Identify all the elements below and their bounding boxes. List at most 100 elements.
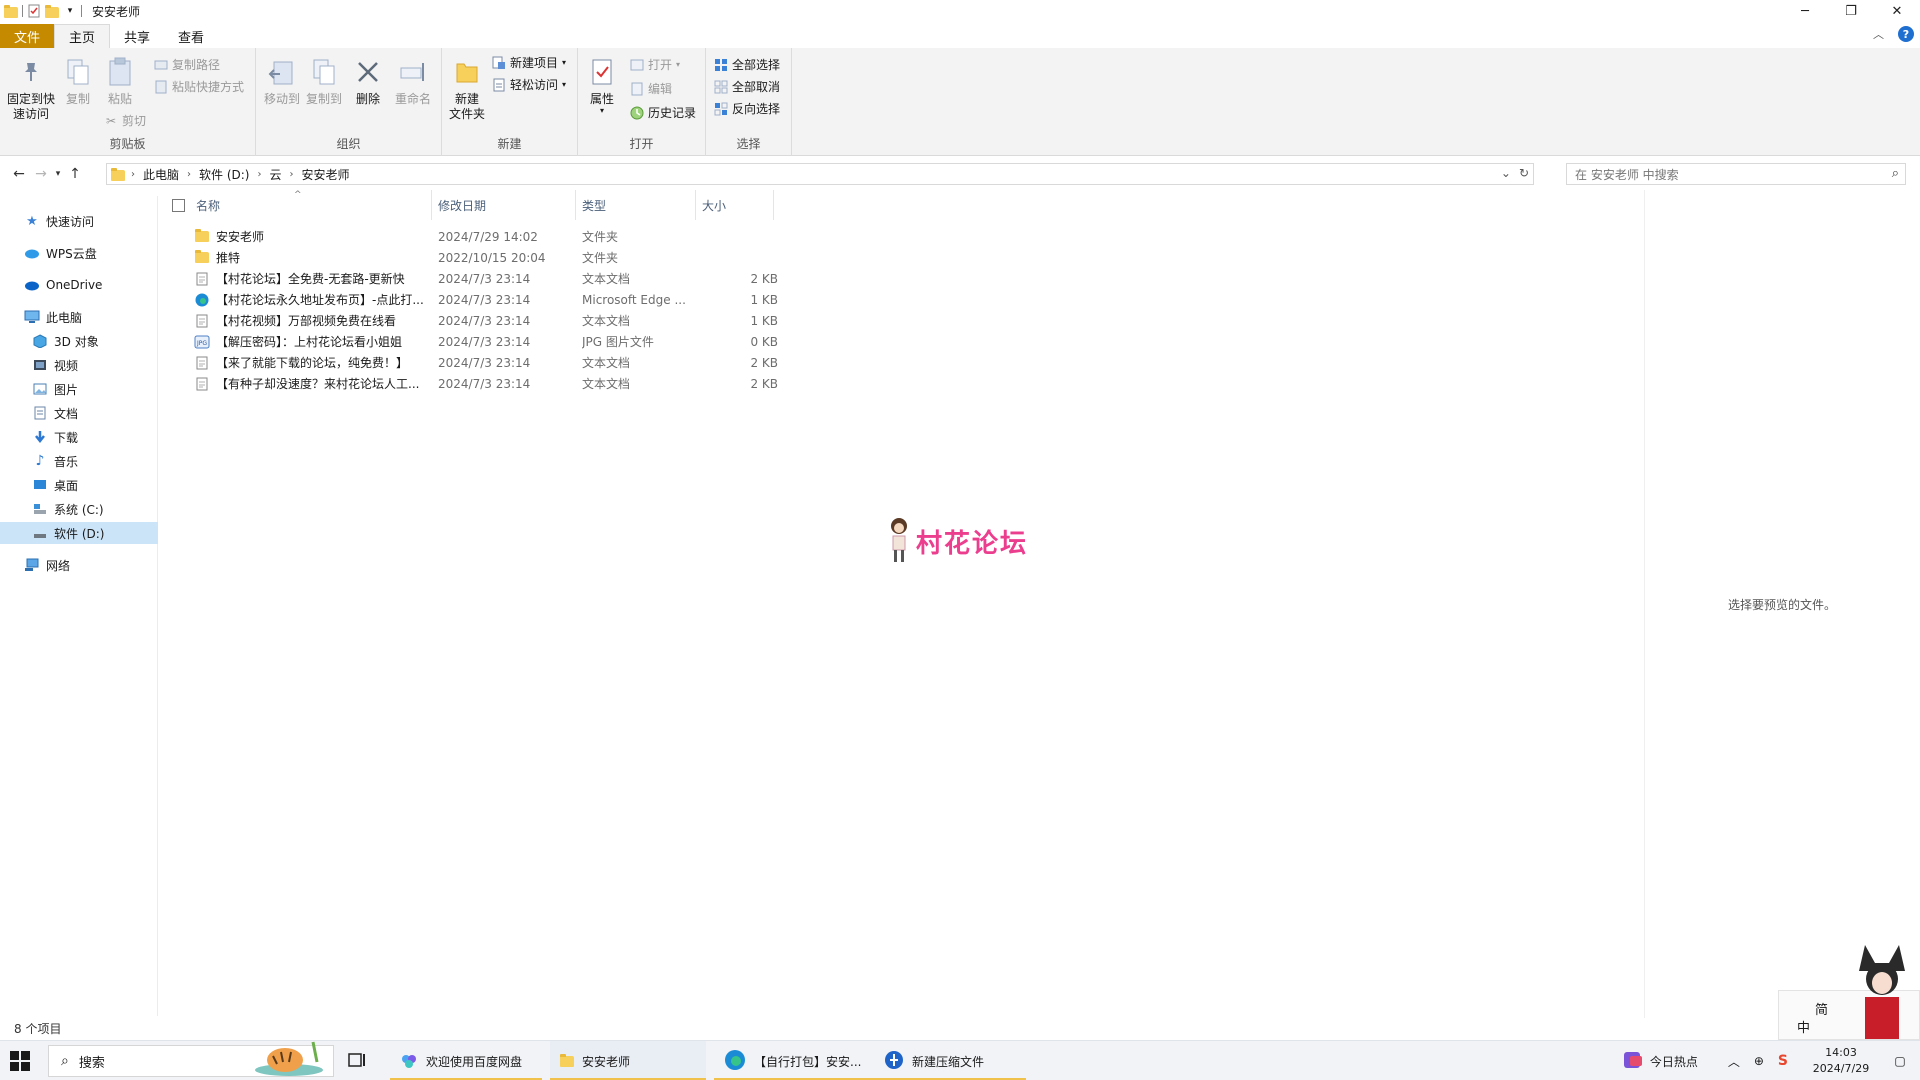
properties-icon[interactable]	[27, 4, 41, 18]
file-size: 2 KB	[750, 376, 778, 391]
select-none-button[interactable]: 全部取消	[714, 78, 780, 95]
column-header-type[interactable]: 类型	[576, 190, 696, 220]
file-row[interactable]: 【有种子却没速度？来村花论坛人工... 2024/7/3 23:14 文本文档 …	[190, 373, 940, 394]
tab-home[interactable]: 主页	[54, 24, 111, 48]
search-icon[interactable]: ⌕	[1892, 166, 1899, 181]
sidebar-item-drive-c[interactable]: 系统 (C:)	[0, 498, 158, 520]
file-row[interactable]: 【村花论坛】全免费-无套路-更新快 2024/7/3 23:14 文本文档 2 …	[190, 268, 940, 289]
picture-icon	[32, 381, 48, 397]
search-input[interactable]: 在 安安老师 中搜索 ⌕	[1566, 163, 1906, 185]
windows-start-icon[interactable]	[10, 1051, 30, 1071]
chevron-up-icon[interactable]: ︿	[1728, 1053, 1740, 1070]
address-bar[interactable]: › 此电脑 › 软件 (D:) › 云 › 安安老师 ⌄ ↻	[106, 163, 1534, 185]
file-row[interactable]: 推特 2022/10/15 20:04 文件夹	[190, 247, 940, 268]
breadcrumb-drive-d[interactable]: 软件 (D:)	[193, 166, 255, 183]
tab-view[interactable]: 查看	[164, 24, 218, 48]
cut-button[interactable]: ✂ 剪切	[104, 112, 146, 129]
history-button[interactable]: 历史记录	[630, 104, 696, 121]
invert-selection-button[interactable]: 反向选择	[714, 100, 780, 117]
file-row[interactable]: 【来了就能下载的论坛，纯免费！】 2024/7/3 23:14 文本文档 2 K…	[190, 352, 940, 373]
sidebar-item-drive-d[interactable]: 软件 (D:)	[0, 522, 158, 544]
sogou-ime-icon[interactable]: S	[1778, 1053, 1788, 1069]
maximize-button[interactable]: ❐	[1828, 0, 1874, 22]
sidebar-item-desktop[interactable]: 桌面	[0, 474, 158, 496]
open-button[interactable]: 打开 ▾	[630, 56, 680, 73]
minimize-button[interactable]: ─	[1782, 0, 1828, 22]
edit-button[interactable]: 编辑	[630, 80, 672, 97]
file-row[interactable]: 安安老师 2024/7/29 14:02 文件夹	[190, 226, 940, 247]
sidebar-item-documents[interactable]: 文档	[0, 402, 158, 424]
text-file-icon	[194, 355, 210, 371]
taskbar-app-archive[interactable]: 新建压缩文件	[874, 1041, 1026, 1080]
select-all-checkbox[interactable]	[172, 199, 185, 212]
network-status-icon[interactable]: ⊕	[1754, 1054, 1764, 1068]
select-all-button[interactable]: 全部选择	[714, 56, 780, 73]
file-row[interactable]: 【村花论坛永久地址发布页】-点此打... 2024/7/3 23:14 Micr…	[190, 289, 940, 310]
ime-simplified-label[interactable]: 简	[1815, 999, 1828, 1018]
column-header-size[interactable]: 大小	[696, 190, 774, 220]
task-view-icon[interactable]	[348, 1051, 366, 1072]
chevron-down-icon[interactable]: ⌄	[1501, 166, 1511, 180]
download-icon	[32, 429, 48, 445]
sidebar-item-videos[interactable]: 视频	[0, 354, 158, 376]
refresh-icon[interactable]: ↻	[1519, 166, 1529, 180]
tab-file[interactable]: 文件	[0, 24, 55, 48]
properties-button[interactable]: 属性 ▾	[586, 56, 618, 115]
copy-path-button[interactable]: 复制路径	[154, 56, 220, 73]
sidebar-item-music[interactable]: ♪ 音乐	[0, 450, 158, 472]
sidebar-item-wps-cloud[interactable]: WPS云盘	[0, 242, 158, 264]
ime-widget[interactable]: 简 中	[1778, 945, 1920, 1040]
taskbar-clock[interactable]: 14:03 2024/7/29	[1802, 1045, 1880, 1077]
open-group-label: 打开	[629, 137, 654, 151]
new-item-button[interactable]: 新建项目 ▾	[492, 54, 566, 71]
breadcrumb-this-pc[interactable]: 此电脑	[137, 166, 185, 183]
history-icon	[630, 106, 644, 120]
column-header-name[interactable]: 名称	[190, 190, 432, 220]
paste-shortcut-button[interactable]: 粘贴快捷方式	[154, 78, 244, 95]
new-folder-button[interactable]: 新建 文件夹	[446, 56, 488, 122]
copy-to-icon	[308, 56, 340, 88]
chevron-down-icon[interactable]: ▾	[63, 4, 77, 18]
notification-icon[interactable]: ▢	[1880, 1054, 1920, 1068]
new-item-icon	[492, 56, 506, 70]
sidebar-item-network[interactable]: 网络	[0, 554, 158, 576]
sidebar-item-downloads[interactable]: 下载	[0, 426, 158, 448]
copy-button[interactable]: 复制	[62, 56, 94, 107]
move-to-button[interactable]: 移动到	[262, 56, 302, 107]
forward-button[interactable]: →	[30, 163, 52, 185]
rename-label: 重命名	[394, 92, 431, 106]
hot-news-label[interactable]: 今日热点	[1650, 1053, 1698, 1070]
back-button[interactable]: ←	[8, 163, 30, 185]
copy-to-button[interactable]: 复制到	[304, 56, 344, 107]
recent-locations-button[interactable]: ▾	[52, 163, 64, 185]
breadcrumb-current[interactable]: 安安老师	[296, 166, 356, 183]
close-button[interactable]: ✕	[1874, 0, 1920, 22]
pin-quick-access-button[interactable]: 固定到快 速访问	[6, 56, 56, 122]
taskbar-search-box[interactable]: ⌕ 搜索	[48, 1041, 334, 1077]
sidebar-item-3d-objects[interactable]: 3D 对象	[0, 330, 158, 352]
help-icon[interactable]: ?	[1898, 26, 1914, 42]
sidebar-item-onedrive[interactable]: OneDrive	[0, 274, 158, 296]
sidebar-item-pictures[interactable]: 图片	[0, 378, 158, 400]
taskbar-app-explorer[interactable]: 安安老师	[550, 1041, 706, 1080]
file-row[interactable]: 【村花视频】万部视频免费在线看 2024/7/3 23:14 文本文档 1 KB	[190, 310, 940, 331]
new-folder-icon[interactable]	[45, 4, 59, 18]
taskbar-app-edge[interactable]: 【自行打包】安安...	[714, 1041, 874, 1080]
tab-share[interactable]: 共享	[110, 24, 164, 48]
delete-button[interactable]: 删除	[350, 56, 386, 107]
easy-access-button[interactable]: 轻松访问 ▾	[492, 76, 566, 93]
news-icon[interactable]	[1622, 1050, 1644, 1073]
collapse-ribbon-icon[interactable]: ︿	[1873, 26, 1884, 42]
sidebar-item-quick-access[interactable]: ★ 快速访问	[0, 210, 158, 232]
paste-button[interactable]: 粘贴	[104, 56, 136, 107]
sidebar-item-this-pc[interactable]: 此电脑	[0, 306, 158, 328]
column-header-date[interactable]: 修改日期	[432, 190, 576, 220]
sidebar-item-label: 图片	[54, 382, 79, 397]
breadcrumb-cloud[interactable]: 云	[263, 166, 287, 183]
up-button[interactable]: ↑	[64, 163, 86, 185]
rename-button[interactable]: 重命名	[392, 56, 434, 107]
ime-chinese-label[interactable]: 中	[1797, 1017, 1810, 1036]
file-row[interactable]: JPG 【解压密码】：上村花论坛看小姐姐 2024/7/3 23:14 JPG 图…	[190, 331, 940, 352]
taskbar-app-baidu[interactable]: 欢迎使用百度网盘	[390, 1041, 542, 1080]
chevron-right-icon: ›	[289, 168, 294, 180]
